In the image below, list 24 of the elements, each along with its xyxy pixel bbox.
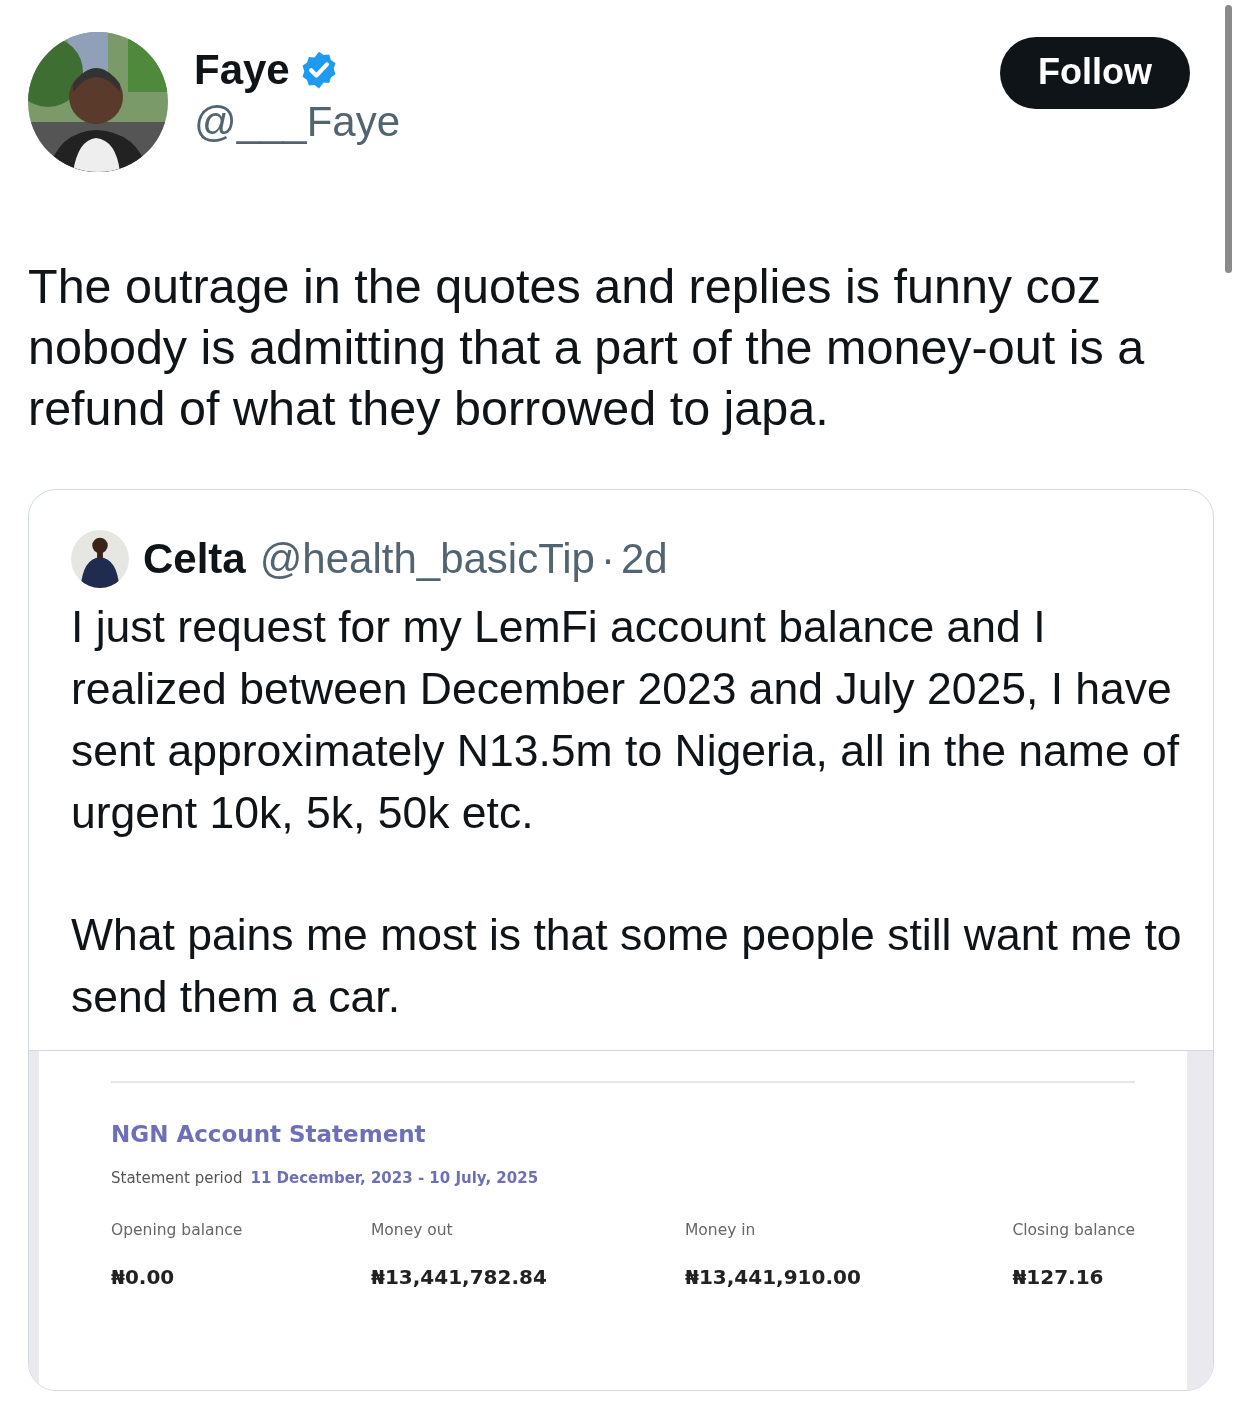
figure-label: Closing balance <box>1012 1221 1135 1239</box>
tweet-text: The outrage in the quotes and replies is funny coz nobody is admitting that a part of the money-out is a refund of what they borrowed to japa. <box>28 258 1146 437</box>
author-handle[interactable]: @___Faye <box>194 98 1000 146</box>
follow-button[interactable]: Follow <box>1000 37 1190 109</box>
separator-dot: · <box>600 535 615 583</box>
figure-label: Money in <box>685 1221 757 1239</box>
statement-image[interactable]: NGN Account Statement Statement period 11 December, 2023 - 10 July, 2025 Opening balance ₦0.00 Money out ₦13,441,782.84 Money in ₦13,441,910.00 Closing balance ₦127.16 <box>29 1050 1213 1390</box>
period-label: Statement period <box>111 1169 243 1187</box>
figure-label: Opening balance <box>111 1221 244 1239</box>
quoted-author-name[interactable]: Celta <box>143 535 246 583</box>
quoted-tweet-card[interactable] <box>28 489 1214 1391</box>
figure-amount: ₦13,441,782.84 <box>371 1265 548 1289</box>
scrollbar[interactable] <box>1225 5 1232 273</box>
author-name[interactable]: Faye <box>194 46 290 94</box>
statement-title: NGN Account Statement <box>111 1121 427 1147</box>
figure-amount: ₦13,441,910.00 <box>685 1265 862 1289</box>
quoted-author-handle[interactable]: @health_basicTip <box>259 535 595 583</box>
post-time: 2d <box>620 535 668 583</box>
figure-amount: ₦127.16 <box>1012 1265 1104 1289</box>
quoted-tweet-text: What pains me most is that some people still want me to send them a car. <box>71 909 1183 1023</box>
figure-amount: ₦0.00 <box>111 1265 176 1289</box>
period-dates: 11 December, 2023 - 10 July, 2025 <box>250 1169 539 1187</box>
figure-label: Money out <box>371 1221 454 1239</box>
quoted-tweet-text: I just request for my LemFi account balance and I realized between December 2023 and July 2025, I have sent approximately N13.5m to Nigeria, all in the name of urgent 10k, 5k, 50k etc. <box>71 601 1181 839</box>
